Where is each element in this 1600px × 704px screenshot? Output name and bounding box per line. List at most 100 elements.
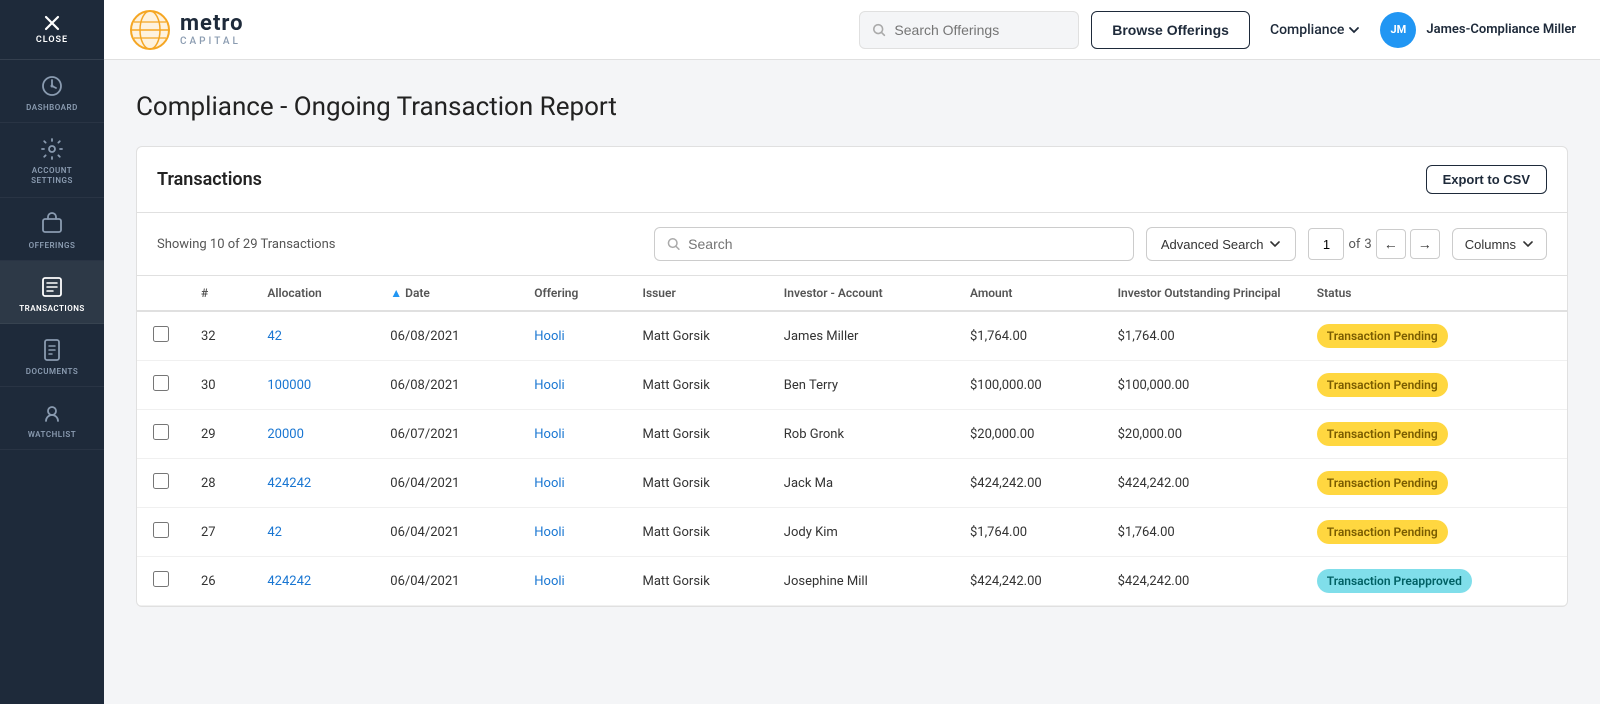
row-amount: $424,242.00 bbox=[954, 557, 1102, 606]
table-search-icon bbox=[667, 237, 680, 251]
row-date: 06/04/2021 bbox=[374, 459, 518, 508]
offerings-icon bbox=[40, 212, 64, 236]
row-id: 29 bbox=[185, 410, 251, 459]
sidebar-item-documents[interactable]: DOCUMENTS bbox=[0, 324, 104, 387]
row-date: 06/04/2021 bbox=[374, 508, 518, 557]
row-checkbox[interactable] bbox=[153, 473, 169, 489]
row-checkbox[interactable] bbox=[153, 326, 169, 342]
col-outstanding-principal[interactable]: Investor Outstanding Principal bbox=[1102, 276, 1301, 311]
row-issuer: Matt Gorsik bbox=[627, 311, 768, 361]
row-allocation[interactable]: 42 bbox=[251, 311, 374, 361]
row-offering[interactable]: Hooli bbox=[518, 508, 626, 557]
sidebar-item-dashboard[interactable]: DASHBOARD bbox=[0, 60, 104, 123]
row-status: Transaction Pending bbox=[1301, 361, 1567, 410]
sidebar-item-offerings[interactable]: OFFERINGS bbox=[0, 198, 104, 261]
row-checkbox-cell bbox=[137, 508, 185, 557]
row-offering[interactable]: Hooli bbox=[518, 557, 626, 606]
sidebar-item-account-settings[interactable]: ACCOUNTSETTINGS bbox=[0, 123, 104, 198]
search-offerings-input[interactable] bbox=[894, 22, 1066, 38]
row-checkbox-cell bbox=[137, 557, 185, 606]
row-offering[interactable]: Hooli bbox=[518, 459, 626, 508]
search-offerings-box[interactable] bbox=[859, 11, 1079, 49]
row-amount: $1,764.00 bbox=[954, 311, 1102, 361]
columns-button[interactable]: Columns bbox=[1452, 228, 1547, 260]
row-allocation[interactable]: 20000 bbox=[251, 410, 374, 459]
search-icon bbox=[872, 22, 886, 38]
transactions-card: Transactions Export to CSV Showing 10 of… bbox=[136, 146, 1568, 607]
sidebar-item-watchlist[interactable]: WATCHLIST bbox=[0, 387, 104, 450]
row-allocation[interactable]: 100000 bbox=[251, 361, 374, 410]
col-id[interactable]: # bbox=[185, 276, 251, 311]
row-issuer: Matt Gorsik bbox=[627, 459, 768, 508]
row-checkbox[interactable] bbox=[153, 571, 169, 587]
col-issuer[interactable]: Issuer bbox=[627, 276, 768, 311]
row-offering[interactable]: Hooli bbox=[518, 361, 626, 410]
table-body: 32 42 06/08/2021 Hooli Matt Gorsik James… bbox=[137, 311, 1567, 606]
row-allocation[interactable]: 42 bbox=[251, 508, 374, 557]
close-button[interactable]: CLOSE bbox=[0, 0, 104, 60]
page-title: Compliance - Ongoing Transaction Report bbox=[136, 92, 1568, 122]
compliance-menu-button[interactable]: Compliance bbox=[1270, 22, 1360, 38]
advanced-search-button[interactable]: Advanced Search bbox=[1146, 227, 1297, 261]
row-issuer: Matt Gorsik bbox=[627, 508, 768, 557]
row-allocation[interactable]: 424242 bbox=[251, 557, 374, 606]
browse-offerings-button[interactable]: Browse Offerings bbox=[1091, 11, 1250, 49]
row-offering[interactable]: Hooli bbox=[518, 410, 626, 459]
row-date: 06/04/2021 bbox=[374, 557, 518, 606]
table-row: 26 424242 06/04/2021 Hooli Matt Gorsik J… bbox=[137, 557, 1567, 606]
user-name: James-Compliance Miller bbox=[1426, 22, 1576, 37]
page-total: 3 bbox=[1364, 237, 1371, 252]
page-controls: 1 of 3 ← → bbox=[1308, 228, 1439, 260]
table-row: 28 424242 06/04/2021 Hooli Matt Gorsik J… bbox=[137, 459, 1567, 508]
row-checkbox[interactable] bbox=[153, 375, 169, 391]
row-checkbox[interactable] bbox=[153, 424, 169, 440]
row-amount: $1,764.00 bbox=[954, 508, 1102, 557]
export-csv-button[interactable]: Export to CSV bbox=[1426, 165, 1547, 194]
sidebar-item-transactions[interactable]: TRANSACTIONS bbox=[0, 261, 104, 324]
col-offering[interactable]: Offering bbox=[518, 276, 626, 311]
row-checkbox-cell bbox=[137, 361, 185, 410]
user-menu[interactable]: JM James-Compliance Miller bbox=[1380, 12, 1576, 48]
row-date: 06/08/2021 bbox=[374, 311, 518, 361]
col-investor-account[interactable]: Investor - Account bbox=[768, 276, 954, 311]
col-date[interactable]: ▲ Date bbox=[374, 276, 518, 311]
row-outstanding-principal: $1,764.00 bbox=[1102, 311, 1301, 361]
page-number-input[interactable]: 1 bbox=[1308, 228, 1344, 260]
table-row: 27 42 06/04/2021 Hooli Matt Gorsik Jody … bbox=[137, 508, 1567, 557]
row-offering[interactable]: Hooli bbox=[518, 311, 626, 361]
row-date: 06/07/2021 bbox=[374, 410, 518, 459]
avatar: JM bbox=[1380, 12, 1416, 48]
row-status: Transaction Pending bbox=[1301, 410, 1567, 459]
next-page-button[interactable]: → bbox=[1410, 229, 1440, 259]
row-status: Transaction Pending bbox=[1301, 311, 1567, 361]
logo-text: metro CAPITAL bbox=[180, 12, 244, 47]
table-search-box[interactable] bbox=[654, 227, 1134, 261]
col-amount[interactable]: Amount bbox=[954, 276, 1102, 311]
row-issuer: Matt Gorsik bbox=[627, 410, 768, 459]
row-checkbox-cell bbox=[137, 311, 185, 361]
chevron-down-icon bbox=[1348, 24, 1360, 36]
columns-chevron-icon bbox=[1522, 238, 1534, 250]
row-outstanding-principal: $20,000.00 bbox=[1102, 410, 1301, 459]
col-status[interactable]: Status bbox=[1301, 276, 1567, 311]
sidebar-nav: DASHBOARD ACCOUNTSETTINGS OFFERINGS bbox=[0, 60, 104, 704]
row-issuer: Matt Gorsik bbox=[627, 557, 768, 606]
row-id: 32 bbox=[185, 311, 251, 361]
row-checkbox[interactable] bbox=[153, 522, 169, 538]
row-issuer: Matt Gorsik bbox=[627, 361, 768, 410]
prev-page-button[interactable]: ← bbox=[1376, 229, 1406, 259]
transactions-icon bbox=[40, 275, 64, 299]
advanced-chevron-icon bbox=[1269, 238, 1281, 250]
row-id: 28 bbox=[185, 459, 251, 508]
gear-icon bbox=[40, 137, 64, 161]
row-amount: $100,000.00 bbox=[954, 361, 1102, 410]
row-investor-account: Rob Gronk bbox=[768, 410, 954, 459]
table-search-input[interactable] bbox=[688, 236, 1121, 252]
col-allocation[interactable]: Allocation bbox=[251, 276, 374, 311]
row-allocation[interactable]: 424242 bbox=[251, 459, 374, 508]
row-outstanding-principal: $1,764.00 bbox=[1102, 508, 1301, 557]
logo-globe-icon bbox=[128, 8, 172, 52]
row-investor-account: Ben Terry bbox=[768, 361, 954, 410]
transactions-table-scroll[interactable]: # Allocation ▲ Date Offering Issuer Inve… bbox=[137, 276, 1567, 606]
row-id: 27 bbox=[185, 508, 251, 557]
